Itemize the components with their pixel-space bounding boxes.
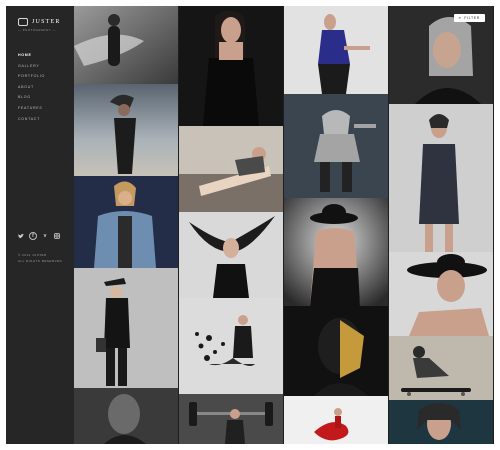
photo-woman-black-dress[interactable] bbox=[179, 6, 283, 126]
main-nav: HOME GALLERY PORTFOLIO ABOUT BLOG FEATUR… bbox=[18, 50, 45, 124]
photo-woman-dark-portrait[interactable] bbox=[74, 388, 178, 444]
filter-label: FILTER bbox=[464, 16, 480, 20]
nav-item-home[interactable]: HOME bbox=[18, 50, 45, 61]
filter-icon: ≡ bbox=[458, 16, 462, 20]
copyright: © 2014 JUSTER ALL RIGHTS RESERVED bbox=[18, 252, 62, 264]
camera-icon bbox=[18, 18, 28, 26]
photo-woman-grey-dress[interactable] bbox=[389, 104, 493, 252]
photo-skater-girl[interactable] bbox=[389, 336, 493, 400]
nav-item-blog[interactable]: BLOG bbox=[18, 92, 45, 103]
rights-line: ALL RIGHTS RESERVED bbox=[18, 259, 63, 263]
page-frame: JUSTER — PHOTOGRAPHY — HOME GALLERY PORT… bbox=[6, 6, 494, 444]
photo-gallery: ≡ FILTER bbox=[74, 6, 494, 444]
photo-woman-close-portrait[interactable]: ≡ FILTER bbox=[389, 6, 493, 104]
nav-item-about[interactable]: ABOUT bbox=[18, 82, 45, 93]
photo-woman-wide-hat[interactable] bbox=[389, 252, 493, 336]
photo-woman-beach-sky[interactable] bbox=[74, 84, 178, 176]
photo-model-vest-hat[interactable] bbox=[74, 268, 178, 388]
vimeo-icon[interactable]: v bbox=[41, 232, 49, 240]
facebook-icon[interactable]: f bbox=[29, 232, 37, 240]
photo-woman-lounging-sofa[interactable] bbox=[179, 126, 283, 212]
photo-woman-draped-fabric[interactable] bbox=[74, 6, 178, 84]
photo-woman-denim-jacket[interactable] bbox=[74, 176, 178, 268]
photo-woman-flying-hair[interactable] bbox=[179, 212, 283, 298]
social-links: f v bbox=[17, 232, 61, 240]
nav-item-contact[interactable]: CONTACT bbox=[18, 114, 45, 125]
sidebar: JUSTER — PHOTOGRAPHY — HOME GALLERY PORT… bbox=[6, 6, 74, 444]
nav-item-gallery[interactable]: GALLERY bbox=[18, 61, 45, 72]
photo-woman-exploding-dress[interactable] bbox=[179, 298, 283, 394]
photo-woman-red-splash[interactable] bbox=[284, 396, 388, 444]
brand-subtitle: — PHOTOGRAPHY — bbox=[18, 28, 56, 32]
instagram-icon[interactable] bbox=[53, 232, 61, 240]
twitter-icon[interactable] bbox=[17, 232, 25, 240]
photo-woman-teal-portrait[interactable] bbox=[389, 400, 493, 444]
photo-dancer-hoodie[interactable] bbox=[284, 94, 388, 198]
logo[interactable]: JUSTER bbox=[18, 18, 61, 26]
photo-woman-barbell[interactable] bbox=[179, 394, 283, 444]
photo-woman-gold-paint[interactable] bbox=[284, 306, 388, 396]
nav-item-features[interactable]: FEATURES bbox=[18, 103, 45, 114]
filter-button[interactable]: ≡ FILTER bbox=[453, 14, 485, 22]
brand-title: JUSTER bbox=[32, 19, 61, 25]
photo-woman-black-hat-back[interactable] bbox=[284, 198, 388, 306]
nav-item-portfolio[interactable]: PORTFOLIO bbox=[18, 71, 45, 82]
photo-woman-blue-dress[interactable] bbox=[284, 6, 388, 94]
